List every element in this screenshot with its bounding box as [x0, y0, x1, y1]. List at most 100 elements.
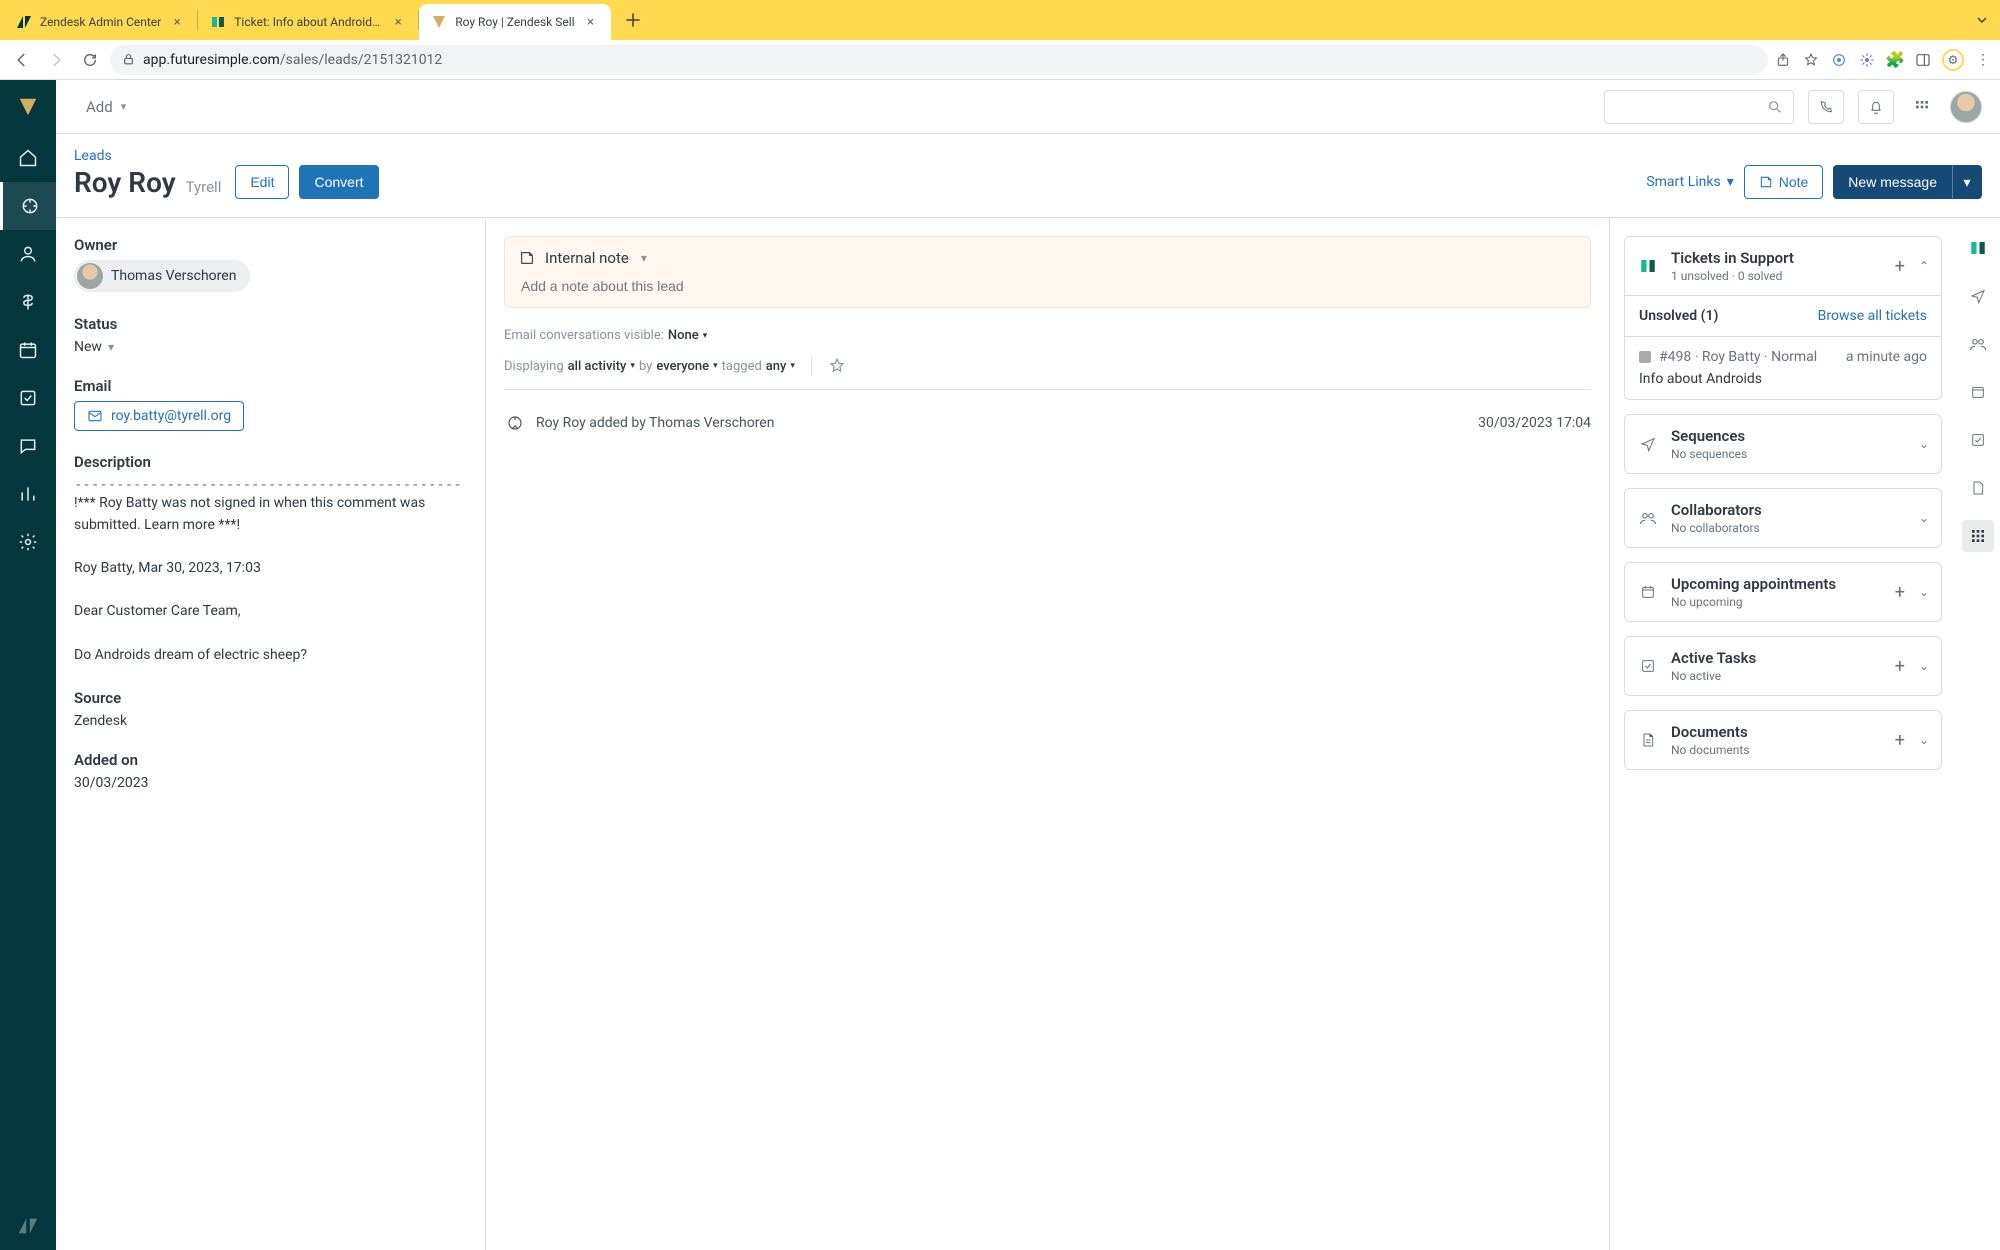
collapse-icon[interactable]: ⌃ [1919, 259, 1929, 273]
smart-links-dropdown[interactable]: Smart Links ▾ [1646, 174, 1733, 190]
note-input[interactable] [519, 277, 1576, 295]
app-topbar: Add ▾ [56, 80, 2000, 134]
appointments-card: Upcoming appointments No upcoming +⌄ [1624, 562, 1942, 622]
star-filter-button[interactable] [811, 357, 847, 375]
nav-home[interactable] [0, 134, 56, 182]
phone-button[interactable] [1808, 90, 1844, 124]
note-composer[interactable]: Internal note ▾ [504, 236, 1591, 308]
edit-button[interactable]: Edit [235, 165, 289, 199]
card-title: Sequences [1671, 427, 1907, 445]
activity-panel: Internal note ▾ Email conversations visi… [486, 218, 1610, 1250]
nav-comms[interactable] [0, 422, 56, 470]
sidepanel-icon[interactable] [1914, 51, 1932, 69]
people-icon [1637, 509, 1659, 527]
browser-tab-0[interactable]: Zendesk Admin Center × [4, 4, 197, 40]
new-tab-button[interactable] [619, 6, 647, 34]
context-calendar-icon[interactable] [1962, 376, 1994, 408]
zendesk-footer-icon[interactable] [0, 1202, 56, 1250]
nav-settings[interactable] [0, 518, 56, 566]
expand-icon[interactable]: ⌄ [1919, 733, 1929, 747]
add-ticket-button[interactable]: + [1895, 256, 1905, 277]
browse-tickets-link[interactable]: Browse all tickets [1818, 308, 1927, 324]
ticket-subject: Info about Androids [1639, 371, 1927, 387]
context-task-icon[interactable] [1962, 424, 1994, 456]
sell-logo[interactable] [0, 80, 56, 134]
search-input[interactable] [1604, 90, 1794, 124]
email-link[interactable]: roy.batty@tyrell.org [74, 401, 244, 431]
browser-tab-title: Zendesk Admin Center [40, 15, 161, 29]
owner-chip[interactable]: Thomas Verschoren [74, 260, 250, 292]
add-document-button[interactable]: + [1895, 730, 1905, 751]
bookmark-star-icon[interactable] [1802, 51, 1820, 69]
filter-tag[interactable]: any [766, 359, 787, 374]
note-button-label: Note [1779, 174, 1809, 190]
context-people-icon[interactable] [1962, 328, 1994, 360]
address-bar[interactable]: app.futuresimple.com/sales/leads/2151321… [110, 45, 1768, 75]
nav-leads[interactable] [0, 182, 56, 230]
nav-deals[interactable] [0, 278, 56, 326]
close-icon[interactable]: × [583, 14, 599, 30]
expand-icon[interactable]: ⌄ [1919, 437, 1929, 451]
source-label: Source [74, 689, 467, 707]
context-document-icon[interactable] [1962, 472, 1994, 504]
breadcrumb-leads[interactable]: Leads [74, 148, 221, 164]
expand-icon[interactable]: ⌄ [1919, 511, 1929, 525]
apps-grid-button[interactable] [1908, 90, 1936, 124]
filter-activity[interactable]: all activity [568, 359, 627, 374]
close-icon[interactable]: × [169, 14, 185, 30]
extension-icon-1[interactable] [1830, 51, 1848, 69]
expand-icon[interactable]: ⌄ [1919, 659, 1929, 673]
main-nav-rail [0, 80, 56, 1250]
note-button[interactable]: Note [1744, 165, 1824, 199]
activity-filter: Displaying all activity▾ by everyone▾ ta… [504, 359, 795, 374]
chevron-down-icon[interactable]: ▾ [641, 251, 647, 265]
convert-button[interactable]: Convert [299, 165, 378, 199]
note-type-label: Internal note [545, 249, 629, 267]
expand-icon[interactable]: ⌄ [1919, 585, 1929, 599]
title-block: Leads Roy Roy Tyrell [74, 148, 221, 199]
right-cards-panel: Tickets in Support 1 unsolved · 0 solved… [1610, 218, 1956, 1250]
profile-avatar[interactable] [1950, 91, 1982, 123]
card-subtext: No upcoming [1671, 595, 1883, 609]
extensions-icon[interactable]: 🧩 [1886, 51, 1904, 69]
reload-button[interactable] [76, 46, 104, 74]
added-on-label: Added on [74, 751, 467, 769]
close-icon[interactable]: × [390, 14, 406, 30]
browser-tab-1[interactable]: Ticket: Info about Androids – V × [198, 4, 418, 40]
tabs-overflow-button[interactable] [1964, 14, 2000, 26]
forward-button[interactable] [42, 46, 70, 74]
status-dropdown[interactable]: New ▾ [74, 339, 467, 355]
nav-tasks[interactable] [0, 374, 56, 422]
context-support-icon[interactable] [1962, 232, 1994, 264]
collaborators-card: Collaborators No collaborators ⌄ [1624, 488, 1942, 548]
added-on-value: 30/03/2023 [74, 775, 467, 791]
new-message-dropdown[interactable]: ▾ [1952, 165, 1982, 199]
description-separator: ----------------------------------------… [74, 477, 467, 493]
source-value: Zendesk [74, 713, 467, 729]
back-button[interactable] [8, 46, 36, 74]
tickets-card: Tickets in Support 1 unsolved · 0 solved… [1624, 236, 1942, 400]
profile-settings-icon[interactable]: ⚙ [1942, 49, 1964, 71]
filter-user[interactable]: everyone [656, 359, 709, 374]
context-apps-icon[interactable] [1962, 520, 1994, 552]
ticket-time: a minute ago [1846, 349, 1927, 365]
nav-contacts[interactable] [0, 230, 56, 278]
email-vis-value[interactable]: None [668, 328, 699, 343]
nav-reports[interactable] [0, 470, 56, 518]
email-label: Email [74, 377, 467, 395]
add-appointment-button[interactable]: + [1895, 582, 1905, 603]
share-icon[interactable] [1774, 51, 1792, 69]
extension-icon-2[interactable] [1858, 51, 1876, 69]
browser-tab-2[interactable]: Roy Roy | Zendesk Sell × [419, 4, 610, 40]
add-task-button[interactable]: + [1895, 656, 1905, 677]
ticket-item[interactable]: #498 · Roy Batty · Normal a minute ago I… [1625, 336, 1941, 399]
notifications-button[interactable] [1858, 90, 1894, 124]
nav-calendar[interactable] [0, 326, 56, 374]
add-button[interactable]: Add ▾ [86, 98, 126, 116]
email-vis-label: Email conversations visible: [504, 328, 664, 343]
browser-menu-icon[interactable]: ⋮ [1974, 51, 1992, 69]
browser-tabstrip: Zendesk Admin Center × Ticket: Info abou… [0, 0, 2000, 40]
context-send-icon[interactable] [1962, 280, 1994, 312]
new-message-button[interactable]: New message [1833, 165, 1952, 199]
add-button-label: Add [86, 98, 113, 116]
